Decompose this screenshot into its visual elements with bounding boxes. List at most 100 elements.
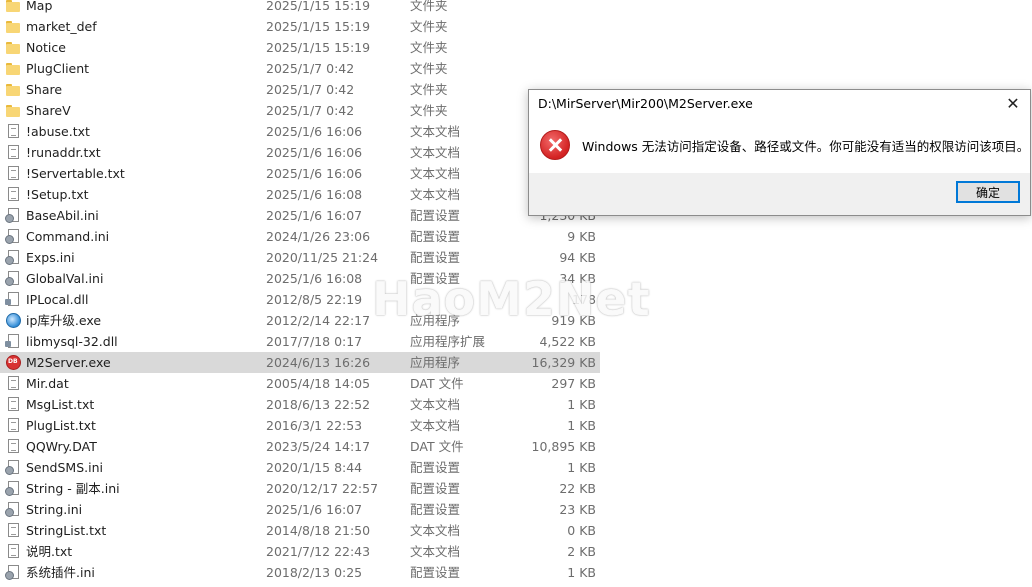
file-row[interactable]: 说明.txt 2021/7/12 22:43 文本文档 2 KB <box>0 541 600 562</box>
file-type: 应用程序 <box>410 313 461 328</box>
config-file-icon <box>5 565 19 580</box>
file-row[interactable]: !abuse.txt 2025/1/6 16:06 文本文档 <box>0 121 600 142</box>
file-type: 配置设置 <box>410 208 461 223</box>
file-size: 1 KB <box>567 418 596 433</box>
file-size: 16,329 KB <box>531 355 596 370</box>
file-date: 2012/8/5 22:19 <box>266 292 363 307</box>
file-row[interactable]: BaseAbil.ini2025/1/6 16:07配置设置1,230 KB <box>0 205 600 226</box>
text-file-icon <box>8 544 19 558</box>
file-row[interactable]: M2Server.exe 2024/6/13 16:26 应用程序 16,329 KB <box>0 352 600 373</box>
file-size: 919 KB <box>551 313 596 328</box>
file-size: 10,895 KB <box>531 439 596 454</box>
config-file-icon <box>5 229 19 244</box>
file-type: 文本文档 <box>410 187 461 202</box>
file-row[interactable]: PlugList.txt 2016/3/1 22:53 文本文档 1 KB <box>0 415 600 436</box>
file-name: libmysql-32.dll <box>26 334 118 349</box>
file-name: Mir.dat <box>26 376 69 391</box>
file-type: 文件夹 <box>410 61 448 76</box>
file-type: 文件夹 <box>410 19 448 34</box>
file-name: MsgList.txt <box>26 397 95 412</box>
file-name: QQWry.DAT <box>26 439 97 454</box>
folder-icon <box>6 0 21 15</box>
file-date: 2020/12/17 22:57 <box>266 481 379 496</box>
file-row[interactable]: MsgList.txt 2018/6/13 22:52 文本文档 1 KB <box>0 394 600 415</box>
file-row[interactable]: String.ini 2025/1/6 16:07 配置设置 23 KB <box>0 499 600 520</box>
file-date: 2025/1/7 0:42 <box>266 103 355 118</box>
file-row[interactable]: 系统插件.ini 2018/2/13 0:25 配置设置 1 KB <box>0 562 600 583</box>
file-row[interactable]: ip库升级.exe 2012/2/14 22:17 应用程序 919 KB <box>0 310 600 331</box>
file-row[interactable]: StringList.txt 2014/8/18 21:50 文本文档 0 KB <box>0 520 600 541</box>
file-name: Command.ini <box>26 229 110 244</box>
dll-file-icon <box>5 292 19 306</box>
file-date: 2023/5/24 14:17 <box>266 439 371 454</box>
file-date: 2018/6/13 22:52 <box>266 397 371 412</box>
file-type: DAT 文件 <box>410 439 464 454</box>
file-name: !abuse.txt <box>26 124 90 139</box>
file-size: 23 KB <box>559 502 596 517</box>
file-name: SendSMS.ini <box>26 460 103 475</box>
file-name: ip库升级.exe <box>26 313 102 328</box>
file-date: 2016/3/1 22:53 <box>266 418 363 433</box>
folder-icon <box>6 42 21 57</box>
file-type: 文件夹 <box>410 0 448 13</box>
file-size: 178 <box>572 292 596 307</box>
file-size: 22 KB <box>559 481 596 496</box>
blank-file-icon <box>8 376 19 390</box>
file-row[interactable]: market_def 2025/1/15 15:19 文件夹 <box>0 16 600 37</box>
file-row[interactable]: Share 2025/1/7 0:42 文件夹 <box>0 79 600 100</box>
file-type: 文本文档 <box>410 523 461 538</box>
text-file-icon <box>8 166 19 180</box>
file-name: !runaddr.txt <box>26 145 101 160</box>
file-row[interactable]: PlugClient 2025/1/7 0:42 文件夹 <box>0 58 600 79</box>
file-name: Exps.ini <box>26 250 75 265</box>
file-date: 2025/1/6 16:06 <box>266 166 363 181</box>
file-name: 说明.txt <box>26 544 73 559</box>
file-size: 1 KB <box>567 460 596 475</box>
file-row[interactable]: GlobalVal.ini 2025/1/6 16:08 配置设置 34 KB <box>0 268 600 289</box>
text-file-icon <box>8 397 19 411</box>
file-date: 2025/1/6 16:06 <box>266 124 363 139</box>
file-date: 2020/1/15 8:44 <box>266 460 363 475</box>
file-row[interactable]: Exps.ini 2020/11/25 21:24 配置设置 94 KB <box>0 247 600 268</box>
file-date: 2025/1/7 0:42 <box>266 82 355 97</box>
file-name: PlugList.txt <box>26 418 96 433</box>
dialog-footer: 确定 <box>529 173 1030 215</box>
file-size: 1 KB <box>567 397 596 412</box>
blank-file-icon <box>8 439 19 453</box>
file-size: 1 KB <box>567 565 596 580</box>
file-size: 34 KB <box>559 271 596 286</box>
file-row[interactable]: !runaddr.txt 2025/1/6 16:06 文本文档 <box>0 142 600 163</box>
file-date: 2021/7/12 22:43 <box>266 544 371 559</box>
file-date: 2025/1/7 0:42 <box>266 61 355 76</box>
file-row[interactable]: libmysql-32.dll 2017/7/18 0:17 应用程序扩展 4,522… <box>0 331 600 352</box>
file-row[interactable]: IPLocal.dll 2012/8/5 22:19 178 <box>0 289 600 310</box>
error-icon <box>540 130 570 160</box>
file-row[interactable]: Command.ini 2024/1/26 23:06 配置设置 9 KB <box>0 226 600 247</box>
error-dialog: D:\MirServer\Mir200\M2Server.exe ✕ Windo… <box>528 89 1031 216</box>
file-row[interactable]: !Setup.txt 2025/1/6 16:08 文本文档 <box>0 184 600 205</box>
file-row[interactable]: QQWry.DAT 2023/5/24 14:17 DAT 文件 10,895 KB <box>0 436 600 457</box>
file-type: 应用程序 <box>410 355 461 370</box>
text-file-icon <box>8 418 19 432</box>
file-date: 2025/1/15 15:19 <box>266 40 371 55</box>
file-row[interactable]: Map 2025/1/15 15:19 文件夹 <box>0 0 600 16</box>
file-type: 文本文档 <box>410 124 461 139</box>
close-icon[interactable]: ✕ <box>1002 93 1024 115</box>
file-name: PlugClient <box>26 61 90 76</box>
file-size: 94 KB <box>559 250 596 265</box>
file-name: String - 副本.ini <box>26 481 120 496</box>
config-file-icon <box>5 460 19 475</box>
ok-button[interactable]: 确定 <box>956 181 1020 203</box>
file-row[interactable]: Notice 2025/1/15 15:19 文件夹 <box>0 37 600 58</box>
file-name: String.ini <box>26 502 83 517</box>
file-size: 9 KB <box>567 229 596 244</box>
file-row[interactable]: !Servertable.txt 2025/1/6 16:06 文本文档 <box>0 163 600 184</box>
file-row[interactable]: SendSMS.ini 2020/1/15 8:44 配置设置 1 KB <box>0 457 600 478</box>
file-row[interactable]: ShareV 2025/1/7 0:42 文件夹 <box>0 100 600 121</box>
file-row[interactable]: Mir.dat 2005/4/18 14:05 DAT 文件 297 KB <box>0 373 600 394</box>
file-type: 配置设置 <box>410 229 461 244</box>
folder-icon <box>6 105 21 120</box>
file-type: 配置设置 <box>410 502 461 517</box>
file-row[interactable]: String - 副本.ini 2020/12/17 22:57 配置设置 22 KB <box>0 478 600 499</box>
file-type: 文件夹 <box>410 82 448 97</box>
